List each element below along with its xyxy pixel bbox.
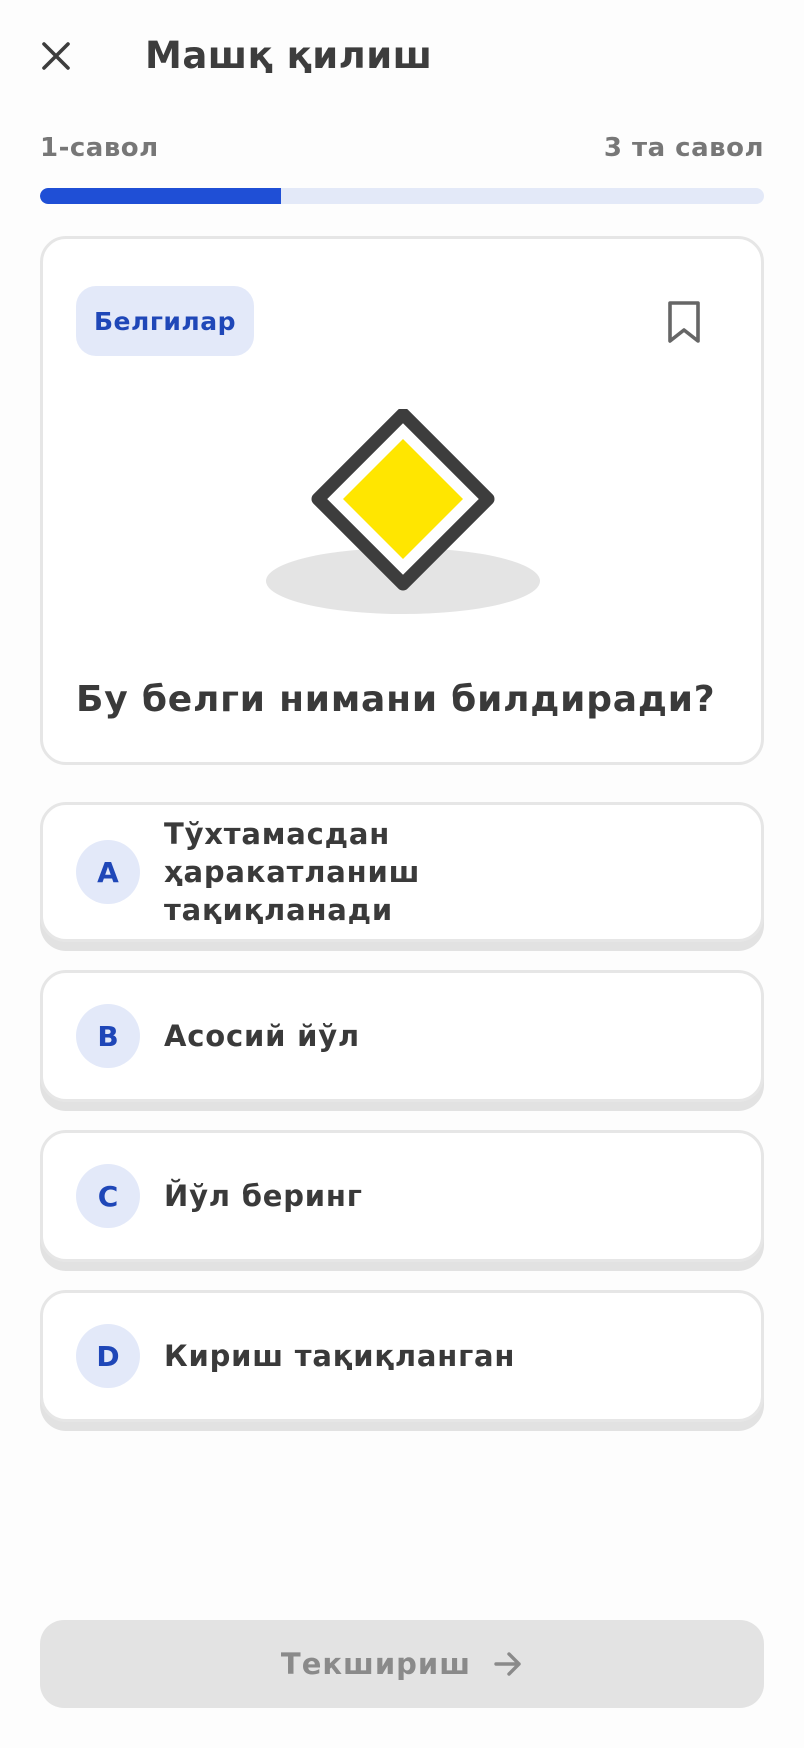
- arrow-right-icon: [494, 1652, 521, 1676]
- option-text: Асосий йўл: [164, 1019, 360, 1053]
- option-letter-badge: C: [76, 1164, 140, 1228]
- bookmark-icon: [668, 301, 700, 343]
- priority-road-sign-image: [266, 409, 540, 614]
- option-text: Йўл беринг: [164, 1179, 363, 1213]
- option-text: Кириш тақиқланган: [164, 1339, 516, 1373]
- option-a[interactable]: A Тўхтамасдан ҳаракатланиш тақиқланади: [40, 802, 764, 942]
- close-icon: [42, 42, 70, 70]
- current-question-label: 1-савол: [40, 133, 159, 163]
- progress-bar: [40, 188, 764, 204]
- option-letter-badge: A: [76, 840, 140, 904]
- question-card: Белгилар Бу белги нимани билдиради?: [40, 236, 764, 765]
- check-button[interactable]: Текшириш: [40, 1620, 764, 1708]
- option-letter-badge: D: [76, 1324, 140, 1388]
- check-button-label: Текшириш: [280, 1647, 472, 1681]
- total-questions-label: 3 та савол: [603, 133, 764, 163]
- option-text: Тўхтамасдан ҳаракатланиш тақиқланади: [164, 817, 421, 927]
- page-title: Машқ қилиш: [145, 34, 433, 77]
- option-c[interactable]: C Йўл беринг: [40, 1130, 764, 1262]
- option-d[interactable]: D Кириш тақиқланган: [40, 1290, 764, 1422]
- option-b[interactable]: B Асосий йўл: [40, 970, 764, 1102]
- progress-bar-fill: [40, 188, 282, 204]
- option-letter-badge: B: [76, 1004, 140, 1068]
- bookmark-button[interactable]: [663, 299, 705, 345]
- practice-screen: Машқ қилиш 1-савол 3 та савол Белгилар Б…: [0, 0, 804, 1748]
- category-badge: Белгилар: [76, 286, 254, 356]
- close-button[interactable]: [30, 30, 82, 82]
- question-text: Бу белги нимани билдиради?: [76, 679, 716, 720]
